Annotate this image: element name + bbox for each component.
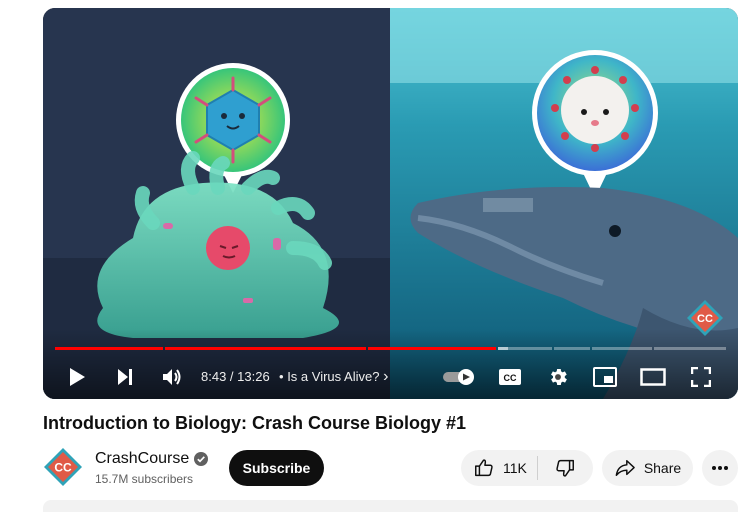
next-button[interactable]	[111, 360, 139, 394]
more-icon	[712, 466, 728, 470]
like-button[interactable]: 11K	[461, 450, 537, 486]
miniplayer-icon	[593, 367, 617, 387]
current-time: 8:43	[201, 369, 227, 384]
chapter-segment[interactable]	[498, 347, 552, 350]
like-count: 11K	[503, 460, 527, 476]
channel-name[interactable]: CrashCourse	[95, 450, 189, 468]
chapter-segment[interactable]	[654, 347, 726, 350]
fullscreen-button[interactable]	[686, 360, 716, 394]
video-title: Introduction to Biology: Crash Course Bi…	[43, 413, 467, 433]
share-button[interactable]: Share	[602, 450, 693, 486]
thumbs-down-icon	[556, 459, 575, 477]
channel-avatar[interactable]: CC	[43, 447, 83, 487]
theater-icon	[640, 368, 666, 386]
subscriber-count: 15.7M subscribers	[95, 472, 194, 486]
volume-icon	[163, 369, 181, 385]
watermark-text: CC	[697, 313, 713, 325]
chapter-segment[interactable]	[55, 347, 163, 350]
video-player[interactable]: CC 8:43 / 13:26 • Is a Virus Alive? › CC	[43, 8, 738, 399]
chapter-segment[interactable]	[592, 347, 652, 350]
gear-icon	[551, 369, 567, 385]
miniplayer-button[interactable]	[590, 360, 620, 394]
chapter-title: Is a Virus Alive?	[287, 369, 380, 384]
fullscreen-icon	[691, 367, 711, 387]
play-icon	[70, 368, 85, 386]
autoplay-toggle[interactable]	[441, 360, 477, 394]
share-icon	[615, 460, 635, 476]
chapter-segment[interactable]	[554, 347, 590, 350]
channel-name-row[interactable]: CrashCourse	[95, 450, 209, 468]
player-controls: 8:43 / 13:26 • Is a Virus Alive? › CC	[43, 360, 738, 394]
progress-bar[interactable]	[55, 347, 726, 350]
duration: 13:26	[237, 369, 270, 384]
share-label: Share	[643, 460, 682, 476]
theater-mode-button[interactable]	[638, 360, 668, 394]
crashcourse-watermark: CC	[686, 299, 724, 337]
settings-button[interactable]	[543, 360, 573, 394]
captions-label: CC	[504, 373, 517, 383]
chapter-button[interactable]: • Is a Virus Alive? ›	[279, 360, 388, 394]
chapter-segment[interactable]	[368, 347, 496, 350]
chapter-bullet: •	[279, 369, 284, 384]
description-box[interactable]	[43, 500, 738, 512]
mute-button[interactable]	[158, 360, 186, 394]
chevron-right-icon: ›	[383, 368, 389, 385]
captions-icon: CC	[499, 369, 521, 385]
captions-button[interactable]: CC	[495, 360, 525, 394]
thumbs-up-icon	[475, 459, 493, 477]
verified-check-icon	[194, 452, 209, 466]
chapter-segment[interactable]	[165, 347, 366, 350]
autoplay-toggle-icon	[443, 369, 474, 385]
next-icon	[118, 369, 132, 385]
like-dislike-group: 11K	[461, 450, 593, 486]
more-actions-button[interactable]	[702, 450, 738, 486]
time-display: 8:43 / 13:26	[201, 360, 270, 394]
play-button[interactable]	[63, 360, 91, 394]
dislike-button[interactable]	[538, 450, 593, 486]
time-separator: /	[226, 369, 238, 384]
subscribe-button[interactable]: Subscribe	[229, 450, 324, 486]
avatar-text: CC	[54, 461, 72, 475]
